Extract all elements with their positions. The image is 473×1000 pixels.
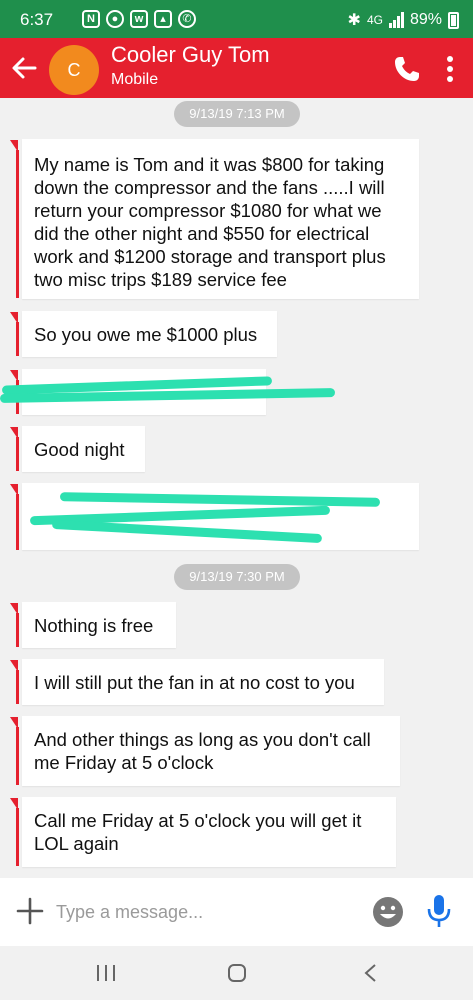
- bubble-tail: [16, 670, 19, 704]
- notification-w-icon: w: [130, 10, 148, 28]
- smiley-icon[interactable]: [371, 895, 405, 929]
- recents-icon[interactable]: [95, 964, 117, 982]
- system-navigation-bar: [0, 946, 473, 1000]
- bubble-tail: [16, 437, 19, 471]
- contact-name[interactable]: Cooler Guy Tom: [111, 42, 270, 68]
- contact-phone-type: Mobile: [111, 71, 159, 88]
- avatar[interactable]: C: [49, 45, 99, 95]
- message-bubble[interactable]: My name is Tom and it was $800 for takin…: [22, 139, 419, 299]
- message-bubble[interactable]: Good night: [22, 426, 145, 472]
- bubble-tail: [16, 808, 19, 866]
- notification-account-icon: ●: [106, 10, 124, 28]
- bubble-tail: [16, 150, 19, 298]
- bubble-tail: [16, 322, 19, 356]
- plus-icon[interactable]: [16, 897, 44, 925]
- home-icon[interactable]: [227, 963, 247, 983]
- notification-whatsapp-icon: ✆: [178, 10, 196, 28]
- message-text: My name is Tom and it was $800 for takin…: [34, 154, 386, 290]
- phone-icon[interactable]: [392, 54, 422, 84]
- bubble-tail: [16, 613, 19, 647]
- message-bubble[interactable]: Nothing is free: [22, 602, 176, 648]
- network-type: 4G: [366, 13, 383, 27]
- arrow-left-icon[interactable]: [8, 52, 40, 84]
- notification-image-icon: ▴: [154, 10, 172, 28]
- timestamp-divider: 9/13/19 7:13 PM: [174, 101, 300, 127]
- message-text: Good night: [34, 439, 125, 460]
- notification-icons: N ● w ▴ ✆: [82, 10, 196, 28]
- timestamp-divider: 9/13/19 7:30 PM: [174, 564, 300, 590]
- redaction-mark: [51, 519, 323, 544]
- status-time: 6:37: [20, 10, 54, 29]
- message-text: Nothing is free: [34, 615, 154, 636]
- message-bubble[interactable]: So you owe me $1000 plus: [22, 311, 277, 357]
- message-text: I will still put the fan in at no cost t…: [34, 672, 355, 693]
- system-status: ✱ 4G 89%: [348, 10, 459, 30]
- bluetooth-icon: ✱: [347, 12, 361, 29]
- bubble-tail: [16, 494, 19, 550]
- message-list[interactable]: 9/13/19 7:13 PM My name is Tom and it wa…: [0, 98, 473, 878]
- more-vert-icon[interactable]: [440, 54, 460, 84]
- battery-level: 89%: [409, 11, 442, 28]
- status-bar: 6:37 N ● w ▴ ✆ ✱ 4G 89%: [0, 0, 473, 38]
- message-text: Call me Friday at 5 o'clock you will get…: [34, 810, 362, 854]
- message-text: And other things as long as you don't ca…: [34, 729, 371, 773]
- signal-icon: [388, 12, 404, 28]
- redaction-mark: [59, 492, 381, 507]
- message-bubble[interactable]: Call me Friday at 5 o'clock you will get…: [22, 797, 396, 867]
- microphone-icon[interactable]: [426, 893, 452, 929]
- message-bubble[interactable]: And other things as long as you don't ca…: [22, 716, 400, 786]
- battery-icon: [448, 11, 459, 29]
- notification-app-icon: N: [82, 10, 100, 28]
- message-text: So you owe me $1000 plus: [34, 324, 258, 345]
- conversation-header: C Cooler Guy Tom Mobile: [0, 38, 473, 98]
- message-bubble-redacted[interactable]: [22, 483, 419, 550]
- message-input[interactable]: [56, 898, 346, 926]
- compose-bar: [0, 878, 473, 946]
- bubble-tail: [16, 727, 19, 785]
- chevron-left-icon[interactable]: [363, 963, 377, 983]
- message-bubble-redacted[interactable]: [0, 369, 336, 415]
- message-bubble[interactable]: I will still put the fan in at no cost t…: [22, 659, 384, 705]
